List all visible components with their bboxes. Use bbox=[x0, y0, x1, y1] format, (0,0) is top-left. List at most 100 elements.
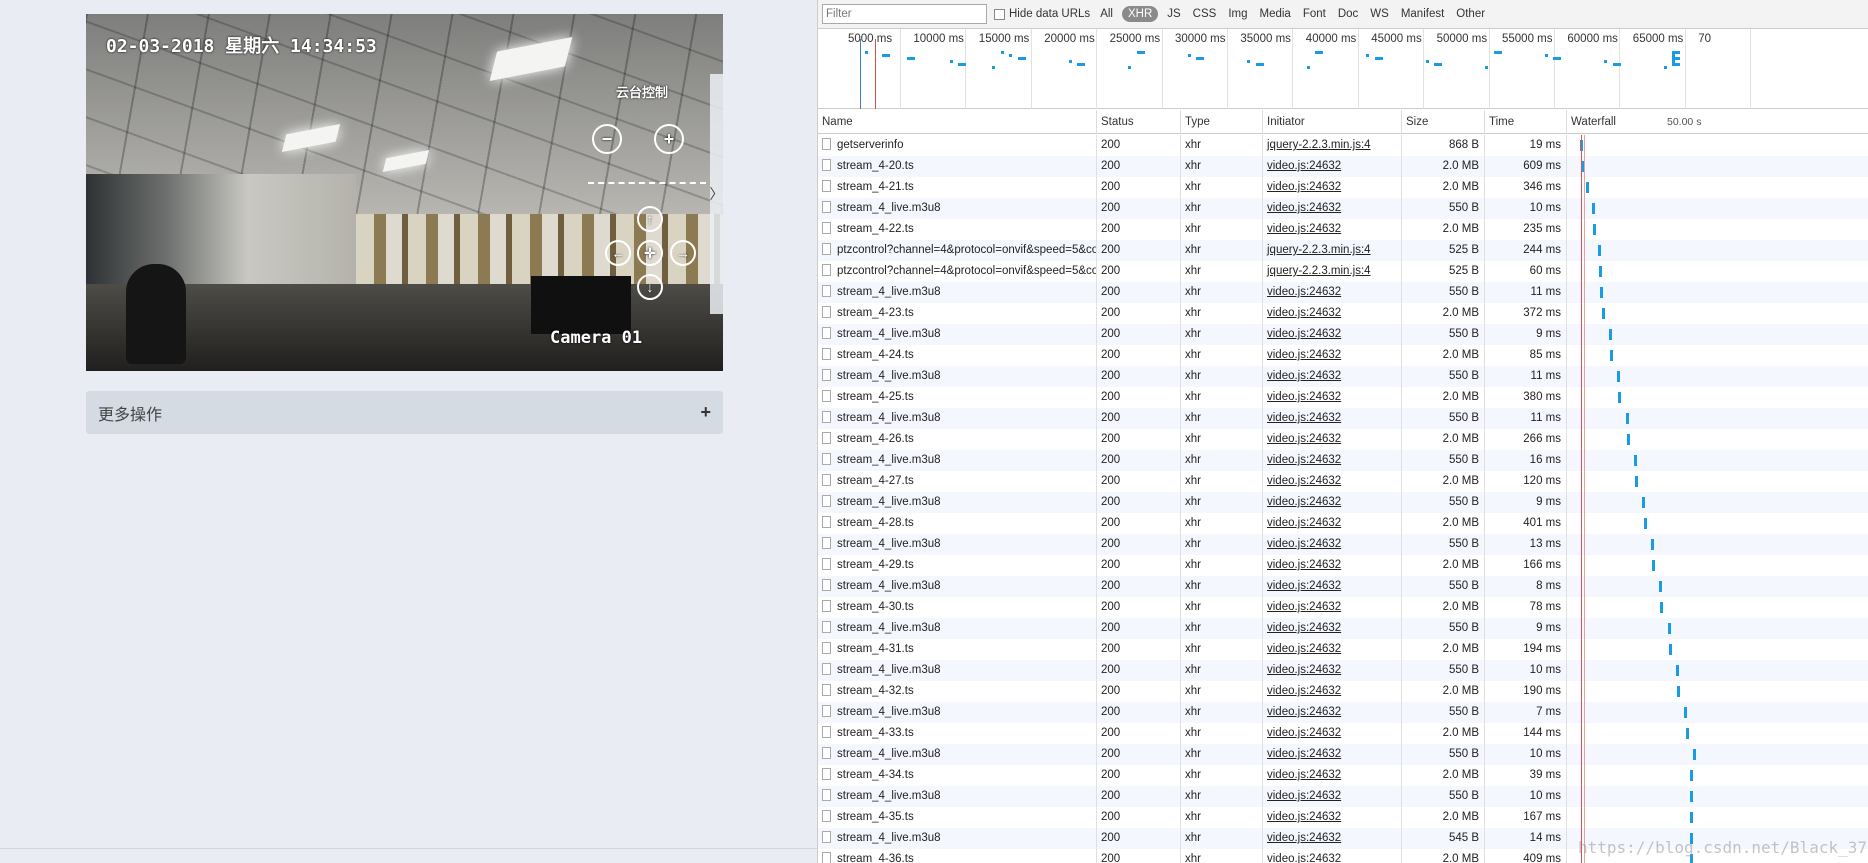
initiator-text[interactable]: video.js:24632 bbox=[1267, 181, 1341, 193]
cell-initiator[interactable]: video.js:24632 bbox=[1263, 660, 1402, 681]
column-header-type[interactable]: Type bbox=[1181, 110, 1263, 134]
table-row[interactable]: stream_4-28.ts 200 xhr video.js:24632 2.0 MB… bbox=[818, 513, 1868, 534]
table-row[interactable]: stream_4_live.m3u8 200 xhr video.js:24632 55… bbox=[818, 744, 1868, 765]
cell-initiator[interactable]: video.js:24632 bbox=[1263, 177, 1402, 198]
cell-initiator[interactable]: jquery-2.2.3.min.js:4 bbox=[1263, 240, 1402, 261]
ptz-left-button[interactable]: ← bbox=[605, 240, 631, 266]
zoom-out-button[interactable]: − bbox=[592, 124, 622, 154]
network-overview-timeline[interactable]: 5000 ms 10000 ms 15000 ms 20000 ms 25000 ms 3… bbox=[818, 29, 1868, 109]
column-header-initiator[interactable]: Initiator bbox=[1263, 110, 1402, 134]
cell-name[interactable]: stream_4-26.ts bbox=[818, 429, 1097, 450]
cell-name[interactable]: stream_4-20.ts bbox=[818, 156, 1097, 177]
initiator-text[interactable]: video.js:24632 bbox=[1267, 391, 1341, 403]
cell-name[interactable]: stream_4_live.m3u8 bbox=[818, 744, 1097, 765]
cell-name[interactable]: stream_4_live.m3u8 bbox=[818, 618, 1097, 639]
cell-name[interactable]: stream_4_live.m3u8 bbox=[818, 534, 1097, 555]
cell-initiator[interactable]: video.js:24632 bbox=[1263, 534, 1402, 555]
filter-type-css[interactable]: CSS bbox=[1190, 7, 1220, 21]
initiator-text[interactable]: video.js:24632 bbox=[1267, 559, 1341, 571]
table-row[interactable]: stream_4_live.m3u8 200 xhr video.js:24632 55… bbox=[818, 534, 1868, 555]
table-row[interactable]: stream_4-32.ts 200 xhr video.js:24632 2.0 MB… bbox=[818, 681, 1868, 702]
cell-initiator[interactable]: video.js:24632 bbox=[1263, 639, 1402, 660]
cell-name[interactable]: stream_4-25.ts bbox=[818, 387, 1097, 408]
table-row[interactable]: stream_4-20.ts 200 xhr video.js:24632 2.0 MB… bbox=[818, 156, 1868, 177]
more-operations-accordion[interactable]: 更多操作 + bbox=[86, 391, 723, 434]
cell-name[interactable]: stream_4_live.m3u8 bbox=[818, 198, 1097, 219]
initiator-text[interactable]: video.js:24632 bbox=[1267, 223, 1341, 235]
filter-type-doc[interactable]: Doc bbox=[1335, 7, 1361, 21]
cell-name[interactable]: stream_4_live.m3u8 bbox=[818, 576, 1097, 597]
initiator-text[interactable]: video.js:24632 bbox=[1267, 433, 1341, 445]
filter-type-all[interactable]: All bbox=[1097, 7, 1116, 21]
table-row[interactable]: stream_4_live.m3u8 200 xhr video.js:24632 55… bbox=[818, 786, 1868, 807]
cell-name[interactable]: stream_4-30.ts bbox=[818, 597, 1097, 618]
cell-name[interactable]: stream_4-27.ts bbox=[818, 471, 1097, 492]
initiator-text[interactable]: video.js:24632 bbox=[1267, 370, 1341, 382]
hide-data-urls-checkbox[interactable]: Hide data URLs bbox=[994, 8, 1090, 20]
column-header-status[interactable]: Status bbox=[1097, 110, 1181, 134]
filter-type-manifest[interactable]: Manifest bbox=[1398, 7, 1447, 21]
column-header-time[interactable]: Time bbox=[1485, 110, 1567, 134]
cell-name[interactable]: stream_4-21.ts bbox=[818, 177, 1097, 198]
table-row[interactable]: stream_4_live.m3u8 200 xhr video.js:24632 55… bbox=[818, 576, 1868, 597]
cell-initiator[interactable]: video.js:24632 bbox=[1263, 702, 1402, 723]
cell-name[interactable]: ptzcontrol?channel=4&protocol=onvif&spee… bbox=[818, 240, 1097, 261]
cell-initiator[interactable]: video.js:24632 bbox=[1263, 723, 1402, 744]
cell-initiator[interactable]: video.js:24632 bbox=[1263, 828, 1402, 849]
cell-initiator[interactable]: video.js:24632 bbox=[1263, 744, 1402, 765]
cell-initiator[interactable]: video.js:24632 bbox=[1263, 492, 1402, 513]
cell-initiator[interactable]: video.js:24632 bbox=[1263, 303, 1402, 324]
initiator-text[interactable]: video.js:24632 bbox=[1267, 832, 1341, 844]
cell-name[interactable]: stream_4_live.m3u8 bbox=[818, 324, 1097, 345]
table-row[interactable]: stream_4-26.ts 200 xhr video.js:24632 2.0 MB… bbox=[818, 429, 1868, 450]
table-row[interactable]: stream_4-35.ts 200 xhr video.js:24632 2.0 MB… bbox=[818, 807, 1868, 828]
initiator-text[interactable]: video.js:24632 bbox=[1267, 475, 1341, 487]
cell-name[interactable]: stream_4_live.m3u8 bbox=[818, 282, 1097, 303]
initiator-text[interactable]: video.js:24632 bbox=[1267, 769, 1341, 781]
filter-type-js[interactable]: JS bbox=[1164, 7, 1183, 21]
initiator-text[interactable]: jquery-2.2.3.min.js:4 bbox=[1267, 244, 1371, 256]
cell-initiator[interactable]: jquery-2.2.3.min.js:4 bbox=[1263, 261, 1402, 282]
table-row[interactable]: stream_4_live.m3u8 200 xhr video.js:24632 55… bbox=[818, 492, 1868, 513]
cell-initiator[interactable]: video.js:24632 bbox=[1263, 555, 1402, 576]
filter-input[interactable] bbox=[822, 4, 987, 24]
cell-name[interactable]: stream_4_live.m3u8 bbox=[818, 786, 1097, 807]
cell-initiator[interactable]: video.js:24632 bbox=[1263, 387, 1402, 408]
cell-name[interactable]: ptzcontrol?channel=4&protocol=onvif&spee… bbox=[818, 261, 1097, 282]
table-row[interactable]: stream_4-22.ts 200 xhr video.js:24632 2.0 MB… bbox=[818, 219, 1868, 240]
initiator-text[interactable]: video.js:24632 bbox=[1267, 601, 1341, 613]
column-header-name[interactable]: Name bbox=[818, 110, 1097, 134]
table-row[interactable]: stream_4_live.m3u8 200 xhr video.js:24632 55… bbox=[818, 282, 1868, 303]
initiator-text[interactable]: video.js:24632 bbox=[1267, 496, 1341, 508]
cell-initiator[interactable]: jquery-2.2.3.min.js:4 bbox=[1263, 135, 1402, 156]
initiator-text[interactable]: video.js:24632 bbox=[1267, 748, 1341, 760]
cell-initiator[interactable]: video.js:24632 bbox=[1263, 219, 1402, 240]
cell-initiator[interactable]: video.js:24632 bbox=[1263, 366, 1402, 387]
initiator-text[interactable]: video.js:24632 bbox=[1267, 664, 1341, 676]
filter-type-font[interactable]: Font bbox=[1300, 7, 1329, 21]
cell-initiator[interactable]: video.js:24632 bbox=[1263, 429, 1402, 450]
table-row[interactable]: stream_4-25.ts 200 xhr video.js:24632 2.0 MB… bbox=[818, 387, 1868, 408]
table-row[interactable]: stream_4_live.m3u8 200 xhr video.js:24632 55… bbox=[818, 618, 1868, 639]
initiator-text[interactable]: video.js:24632 bbox=[1267, 706, 1341, 718]
ptz-panel-toggle[interactable]: 〉 bbox=[710, 74, 723, 314]
table-row[interactable]: stream_4-33.ts 200 xhr video.js:24632 2.0 MB… bbox=[818, 723, 1868, 744]
initiator-text[interactable]: video.js:24632 bbox=[1267, 622, 1341, 634]
cell-name[interactable]: stream_4-24.ts bbox=[818, 345, 1097, 366]
cell-name[interactable]: stream_4-23.ts bbox=[818, 303, 1097, 324]
ptz-up-button[interactable]: ↑ bbox=[637, 206, 663, 232]
cell-name[interactable]: stream_4-28.ts bbox=[818, 513, 1097, 534]
column-header-size[interactable]: Size bbox=[1402, 110, 1485, 134]
table-row[interactable]: stream_4-27.ts 200 xhr video.js:24632 2.0 MB… bbox=[818, 471, 1868, 492]
initiator-text[interactable]: video.js:24632 bbox=[1267, 643, 1341, 655]
table-row[interactable]: stream_4-29.ts 200 xhr video.js:24632 2.0 MB… bbox=[818, 555, 1868, 576]
initiator-text[interactable]: video.js:24632 bbox=[1267, 538, 1341, 550]
cell-name[interactable]: stream_4-29.ts bbox=[818, 555, 1097, 576]
cell-name[interactable]: stream_4_live.m3u8 bbox=[818, 366, 1097, 387]
filter-type-ws[interactable]: WS bbox=[1367, 7, 1392, 21]
cell-name[interactable]: stream_4-33.ts bbox=[818, 723, 1097, 744]
cell-name[interactable]: stream_4-31.ts bbox=[818, 639, 1097, 660]
cell-initiator[interactable]: video.js:24632 bbox=[1263, 618, 1402, 639]
table-row[interactable]: stream_4-34.ts 200 xhr video.js:24632 2.0 MB… bbox=[818, 765, 1868, 786]
cell-initiator[interactable]: video.js:24632 bbox=[1263, 156, 1402, 177]
